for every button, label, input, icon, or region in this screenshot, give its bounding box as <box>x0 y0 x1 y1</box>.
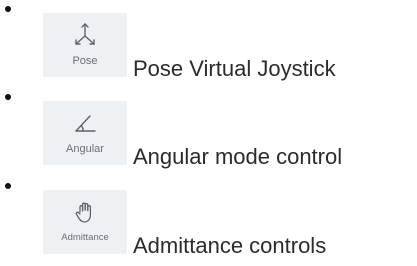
item-description: Admittance controls <box>133 233 327 258</box>
list-item: Admittance Admittance controls <box>0 181 417 261</box>
tile-label: Pose <box>72 55 98 67</box>
admittance-button[interactable]: Admittance <box>43 190 127 254</box>
hand-icon <box>75 202 92 223</box>
angle-icon <box>75 115 96 132</box>
pose-joystick-icon <box>75 23 95 45</box>
pose-button[interactable]: Pose <box>43 13 127 77</box>
item-description: Pose Virtual Joystick <box>133 56 336 81</box>
feature-list: Pose Pose Virtual Joystick Angular Angul… <box>0 0 417 266</box>
bullet <box>5 6 11 12</box>
item-description: Angular mode control <box>133 144 343 169</box>
tile-label: Angular <box>66 143 104 155</box>
bullet <box>5 94 11 100</box>
list-item: Pose Pose Virtual Joystick <box>0 4 417 84</box>
angular-button[interactable]: Angular <box>43 101 127 165</box>
list-item: Angular Angular mode control <box>0 92 417 172</box>
tile-label: Admittance <box>61 232 109 243</box>
bullet <box>5 183 11 189</box>
